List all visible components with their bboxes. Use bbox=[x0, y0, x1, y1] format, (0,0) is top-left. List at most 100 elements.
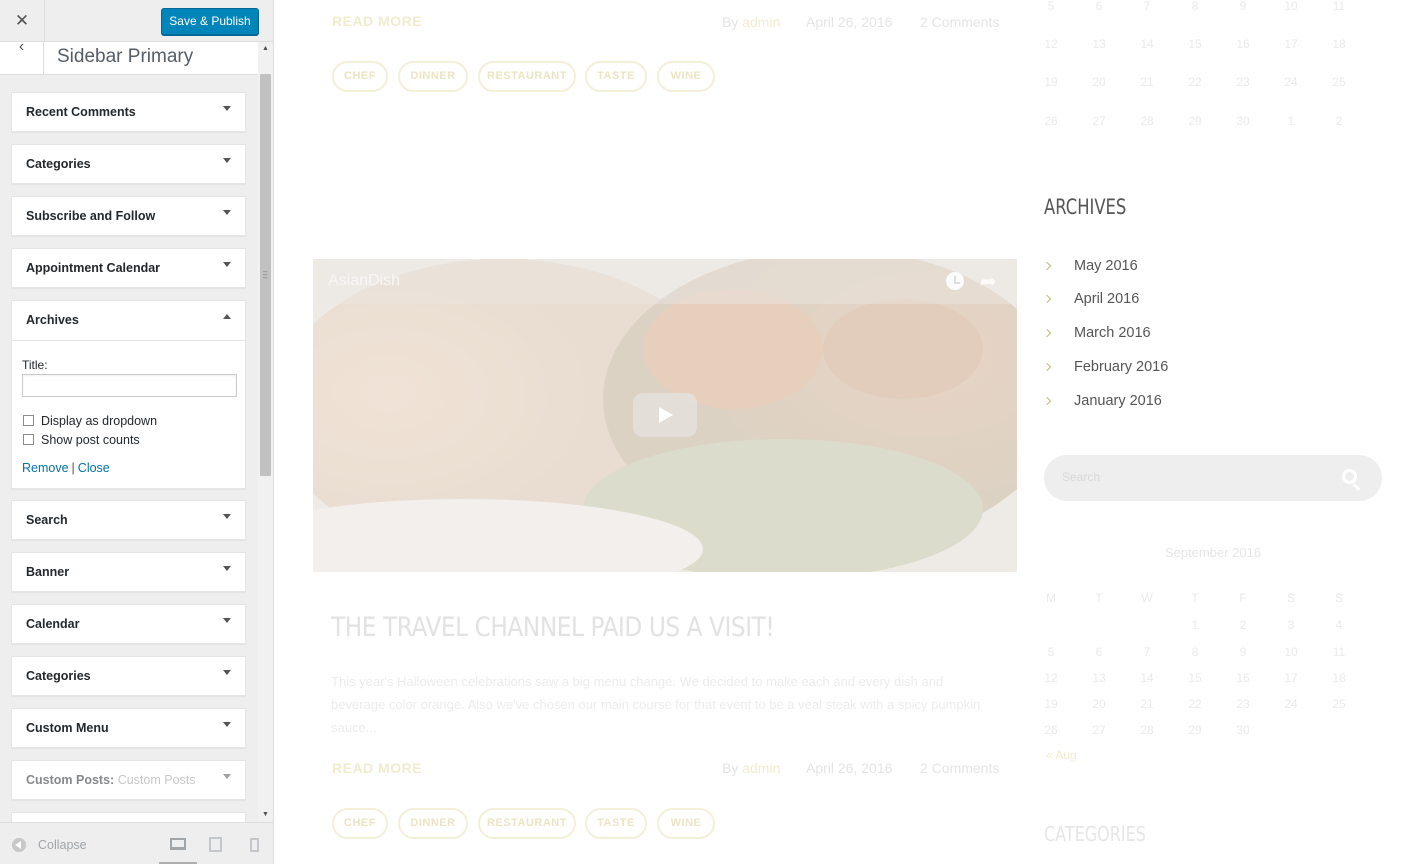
expand-arrow-icon[interactable] bbox=[223, 262, 231, 267]
tag-chef[interactable]: CHEF bbox=[332, 808, 388, 839]
widget-title: Custom Posts: Custom Posts bbox=[26, 773, 196, 787]
collapse-label[interactable]: Collapse bbox=[38, 838, 87, 852]
expand-arrow-icon[interactable] bbox=[223, 566, 231, 571]
widget-title: Categories bbox=[26, 669, 91, 683]
widget-categories-2[interactable]: Categories bbox=[11, 656, 246, 696]
post-excerpt: This year's Halloween celebrations saw a… bbox=[331, 674, 981, 735]
tag-wine[interactable]: WINE bbox=[657, 808, 715, 839]
widget-banner[interactable]: Banner bbox=[11, 552, 246, 592]
customizer-footer: Collapse bbox=[0, 822, 273, 864]
post-comments-link[interactable]: 2 Comments bbox=[920, 14, 999, 30]
tag-taste[interactable]: TASTE bbox=[585, 61, 647, 92]
post-date: April 26, 2016 bbox=[806, 14, 893, 30]
remove-link[interactable]: Remove bbox=[22, 461, 69, 475]
calendar-row: 19 20 21 22 23 24 25 bbox=[1044, 697, 1346, 711]
widget-title: Recent Comments bbox=[26, 105, 136, 119]
search-icon[interactable] bbox=[1342, 469, 1357, 484]
widget-search[interactable]: Search bbox=[11, 500, 246, 540]
widget-title: Archives bbox=[26, 313, 79, 327]
back-arrow-icon[interactable]: ‹ bbox=[0, 39, 44, 75]
tag-dinner[interactable]: DINNER bbox=[398, 808, 468, 839]
dropdown-checkbox[interactable] bbox=[23, 415, 34, 426]
archive-link[interactable]: February 2016 bbox=[1042, 359, 1168, 375]
watch-later-icon[interactable] bbox=[946, 272, 964, 290]
widget-custom-posts[interactable]: Custom Posts: Custom Posts bbox=[11, 760, 246, 800]
tag-chef[interactable]: CHEF bbox=[332, 61, 388, 92]
post-meta: By admin bbox=[722, 14, 781, 30]
archive-link[interactable]: May 2016 bbox=[1042, 258, 1138, 274]
tablet-icon[interactable] bbox=[209, 837, 222, 852]
widget-custom-menu[interactable]: Custom Menu bbox=[11, 708, 246, 748]
widget-archives: Archives Title: Display as dropdown Show… bbox=[11, 300, 246, 489]
scroll-down-arrow-icon[interactable]: ▼ bbox=[258, 808, 273, 822]
expand-arrow-icon[interactable] bbox=[223, 670, 231, 675]
sidebar-scrollbar[interactable]: ▲ – – – ▼ bbox=[258, 42, 273, 822]
scrollbar-thumb[interactable]: – – – bbox=[260, 74, 271, 476]
archive-link[interactable]: January 2016 bbox=[1042, 393, 1162, 409]
link-separator: | bbox=[71, 461, 75, 475]
expand-arrow-icon[interactable] bbox=[223, 210, 231, 215]
post-date: April 26, 2016 bbox=[806, 760, 893, 776]
chevron-right-icon bbox=[1042, 328, 1052, 338]
calendar-row: 12 13 14 15 16 17 18 bbox=[1044, 671, 1346, 685]
title-label: Title: bbox=[22, 358, 48, 372]
widget-appointment-calendar[interactable]: Appointment Calendar bbox=[11, 248, 246, 288]
calendar-caption: September 2016 bbox=[1164, 545, 1262, 560]
expand-arrow-icon[interactable] bbox=[223, 106, 231, 111]
post-counts-option[interactable]: Show post counts bbox=[23, 433, 140, 447]
dropdown-option[interactable]: Display as dropdown bbox=[23, 414, 157, 428]
play-button-icon[interactable] bbox=[633, 393, 697, 437]
customizer-sidebar: ✕ Save & Publish ‹ Sidebar Primary ▲ – – –… bbox=[0, 0, 274, 864]
widget-categories[interactable]: Categories bbox=[11, 144, 246, 184]
title-input[interactable] bbox=[22, 374, 237, 397]
tag-restaurant[interactable]: RESTAURANT bbox=[478, 61, 576, 92]
video-embed[interactable]: AsianDish ➦ bbox=[313, 259, 1017, 572]
tag-restaurant[interactable]: RESTAURANT bbox=[478, 808, 576, 839]
expand-arrow-icon[interactable] bbox=[223, 774, 231, 779]
widget-title: Categories bbox=[26, 157, 91, 171]
post-title[interactable]: THE TRAVEL CHANNEL PAID US A VISIT! bbox=[331, 612, 775, 643]
search-input[interactable]: Search bbox=[1062, 470, 1100, 484]
widget-title: Calendar bbox=[26, 617, 80, 631]
widget-recent-comments[interactable]: Recent Comments bbox=[11, 92, 246, 132]
archive-link[interactable]: April 2016 bbox=[1042, 291, 1139, 307]
collapse-icon[interactable] bbox=[12, 838, 26, 852]
calendar-prev-link[interactable]: « Aug bbox=[1046, 748, 1077, 762]
customizer-window: ✕ Save & Publish ‹ Sidebar Primary ▲ – – –… bbox=[0, 0, 1419, 864]
share-icon[interactable]: ➦ bbox=[980, 269, 997, 294]
widget-calendar[interactable]: Calendar bbox=[11, 604, 246, 644]
close-link[interactable]: Close bbox=[78, 461, 110, 475]
read-more-link[interactable]: READ MORE bbox=[332, 13, 422, 29]
post-comments-link[interactable]: 2 Comments bbox=[920, 760, 999, 776]
expand-arrow-icon[interactable] bbox=[223, 158, 231, 163]
search-form: Search bbox=[1044, 455, 1382, 501]
calendar-row: 5 6 7 8 9 10 11 bbox=[1047, 0, 1346, 13]
post-counts-checkbox[interactable] bbox=[23, 434, 34, 445]
categories-heading: CATEGORIES bbox=[1044, 822, 1146, 846]
tag-wine[interactable]: WINE bbox=[657, 61, 715, 92]
mobile-icon[interactable] bbox=[250, 838, 259, 852]
widget-header[interactable]: Archives bbox=[12, 301, 245, 341]
expand-arrow-icon[interactable] bbox=[223, 618, 231, 623]
save-publish-button[interactable]: Save & Publish bbox=[161, 8, 259, 35]
widget-subscribe-follow[interactable]: Subscribe and Follow bbox=[11, 196, 246, 236]
chevron-right-icon bbox=[1042, 294, 1052, 304]
expand-arrow-icon[interactable] bbox=[223, 722, 231, 727]
read-more-link[interactable]: READ MORE bbox=[332, 760, 422, 776]
calendar-row: 5 6 7 8 9 10 11 bbox=[1047, 645, 1346, 659]
tag-taste[interactable]: TASTE bbox=[585, 808, 647, 839]
widget-title: Banner bbox=[26, 565, 70, 579]
tag-dinner[interactable]: DINNER bbox=[398, 61, 468, 92]
expand-arrow-icon[interactable] bbox=[223, 514, 231, 519]
calendar-row: 19 20 21 22 23 24 25 bbox=[1044, 75, 1346, 89]
post-counts-label: Show post counts bbox=[41, 433, 140, 447]
desktop-icon[interactable] bbox=[170, 838, 186, 850]
close-icon[interactable]: ✕ bbox=[0, 0, 45, 42]
scroll-up-arrow-icon[interactable]: ▲ bbox=[258, 42, 273, 56]
archive-link[interactable]: March 2016 bbox=[1042, 325, 1151, 341]
video-channel-title[interactable]: AsianDish bbox=[328, 272, 400, 290]
collapse-arrow-icon[interactable] bbox=[223, 314, 231, 319]
widget-title: Subscribe and Follow bbox=[26, 209, 156, 223]
widget-actions: Remove | Close bbox=[22, 461, 110, 475]
section-header: ‹ Sidebar Primary bbox=[0, 39, 258, 75]
